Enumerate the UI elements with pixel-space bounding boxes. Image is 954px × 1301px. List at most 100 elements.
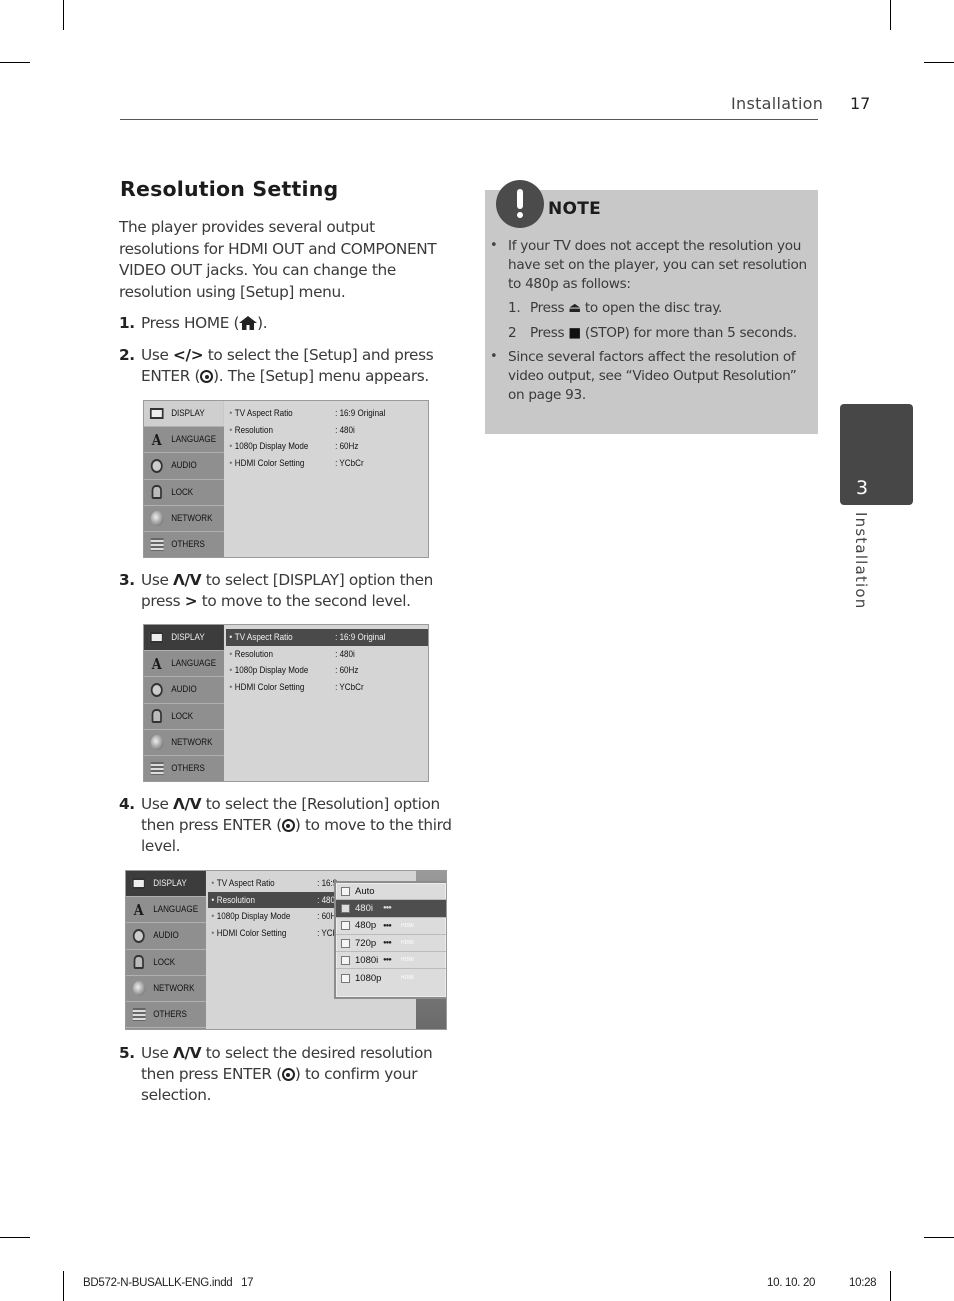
resolution-label: 480i: [355, 902, 373, 914]
category-label: NETWORK: [171, 736, 213, 748]
step-4: 4. Use Λ/V to select the [Resolution] op…: [119, 794, 459, 857]
step-text: Press HOME (: [141, 314, 240, 332]
step-2: 2. Use </> to select the [Setup] and pre…: [119, 345, 459, 387]
step-text: ).: [257, 314, 268, 332]
letter-a-icon: A: [151, 654, 162, 673]
bullet: •: [490, 349, 498, 364]
exclamation-icon: [496, 180, 544, 228]
menu-category-display: DISPLAY: [126, 871, 207, 898]
option-1080p-display-mode: • 1080p Display Mode: 60Hz: [226, 662, 428, 679]
option-label: 1080p Display Mode: [234, 665, 309, 677]
crop-mark: [0, 62, 30, 63]
running-header-section: Installation: [731, 94, 824, 113]
checkbox-icon: [341, 886, 350, 896]
step-5: 5. Use Λ/V to select the desired resolut…: [119, 1043, 459, 1106]
step-3: 3. Use Λ/V to select [DISPLAY] option th…: [119, 570, 459, 612]
step-text: Use: [141, 346, 174, 364]
subitem-text: (STOP) for more than 5 seconds.: [580, 325, 797, 341]
speaker-icon: [150, 458, 163, 473]
lock-icon: [133, 955, 144, 970]
category-label: AUDIO: [153, 930, 179, 942]
eject-icon: ⏏: [568, 300, 581, 316]
menu-category-lock: LOCK: [144, 704, 225, 730]
section-title: Resolution Setting: [120, 177, 339, 201]
resolution-option-auto: Auto: [336, 883, 446, 901]
note-subitem-2: 2 Press ■ (STOP) for more than 5 seconds.: [508, 324, 813, 343]
chapter-tab: [840, 404, 913, 505]
bullet: •: [229, 681, 233, 693]
footer-time: 10:28: [849, 1277, 877, 1289]
category-label: LOCK: [153, 956, 176, 968]
menu-category-display: DISPLAY: [144, 625, 225, 652]
globe-icon: [150, 510, 164, 526]
checkbox-checked-icon: [341, 903, 350, 913]
bullet: •: [211, 911, 215, 923]
note-item-1: If your TV does not accept the resolutio…: [508, 238, 807, 292]
category-label: NETWORK: [153, 982, 195, 994]
resolution-label: 1080i: [355, 954, 379, 966]
option-1080p-display-mode: • 1080p Display Mode: 60Hz: [226, 438, 428, 455]
hdmi-icon: HDMI: [401, 922, 414, 929]
resolution-option-1080i: 1080i ●●● HDMI: [336, 952, 446, 970]
category-label: DISPLAY: [171, 632, 205, 644]
option-value: : YCbCr: [335, 681, 364, 693]
bullet: •: [229, 407, 233, 419]
component-icon: ●●●: [383, 957, 392, 964]
step-1: 1. Press HOME ().: [119, 313, 459, 334]
speaker-icon: [150, 682, 163, 697]
component-icon: ●●●: [383, 940, 392, 947]
option-label: HDMI Color Setting: [216, 927, 287, 939]
category-label: DISPLAY: [153, 878, 187, 890]
note-subitem-1: 1. Press ⏏ to open the disc tray.: [508, 299, 813, 318]
setup-menu-screenshot-3: DISPLAY A LANGUAGE AUDIO LOCK NETWORK OTH…: [125, 870, 447, 1030]
bullet: •: [211, 927, 215, 939]
option-value: : 480i: [335, 648, 355, 660]
option-tv-aspect-ratio: • TV Aspect Ratio: 16:9 Original: [226, 629, 428, 646]
option-tv-aspect-ratio: • TV Aspect Ratio: 16:9 Original: [226, 405, 428, 422]
home-icon: [239, 316, 258, 330]
stop-icon: ■: [568, 325, 581, 341]
option-value: : 60Hz: [335, 665, 359, 677]
subitem-text: to open the disc tray.: [580, 300, 723, 316]
option-value: : YCbCr: [335, 457, 364, 469]
bullet: •: [229, 631, 233, 643]
option-label: Resolution: [234, 424, 273, 436]
option-resolution: • Resolution: 480i: [226, 646, 428, 663]
step-text: Use: [141, 795, 174, 813]
setup-menu-screenshot-2: DISPLAY A LANGUAGE AUDIO LOCK NETWORK OTH…: [143, 624, 429, 782]
lock-icon: [151, 485, 162, 500]
crop-mark: [890, 1271, 891, 1301]
letter-a-icon: A: [133, 900, 144, 919]
page-number: 17: [850, 94, 871, 113]
setup-menu-screenshot-1: DISPLAY A LANGUAGE AUDIO LOCK NETWORK OTH…: [143, 400, 429, 558]
category-label: LANGUAGE: [171, 658, 217, 670]
note-title: NOTE: [548, 199, 602, 219]
option-resolution: • Resolution: 480i: [226, 422, 428, 439]
resolution-popup: Auto 480i ●●● 480p ●●● HDMI 720p ●●● HDMI 108…: [334, 881, 446, 999]
option-hdmi-color-setting: • HDMI Color Setting: YCbCr: [226, 455, 428, 472]
drawer-icon: [150, 762, 164, 776]
menu-category-network: NETWORK: [144, 730, 225, 756]
bullet: •: [211, 894, 215, 906]
enter-icon: [281, 1068, 295, 1081]
menu-category-lock: LOCK: [144, 480, 225, 506]
option-value: : 16:9 Original: [335, 631, 386, 643]
menu-category-network: NETWORK: [126, 976, 207, 1002]
step-text: to move to the second level.: [197, 592, 411, 610]
step-number: 2.: [119, 346, 135, 364]
up-down-arrows-icon: Λ/V: [173, 1044, 202, 1062]
hdmi-icon: HDMI: [401, 975, 414, 982]
category-label: LOCK: [171, 710, 194, 722]
option-label: TV Aspect Ratio: [216, 877, 275, 889]
menu-category-audio: AUDIO: [144, 677, 225, 704]
drawer-icon: [132, 1008, 146, 1022]
option-label: TV Aspect Ratio: [234, 407, 293, 419]
option-label: Resolution: [234, 648, 273, 660]
left-right-arrows-icon: </>: [173, 346, 204, 364]
crop-mark: [924, 1237, 954, 1238]
menu-category-others: OTHERS: [126, 1002, 207, 1029]
option-label: HDMI Color Setting: [234, 681, 305, 693]
speaker-icon: [132, 928, 145, 943]
option-value: : 480i: [335, 424, 355, 436]
menu-category-audio: AUDIO: [144, 453, 225, 480]
